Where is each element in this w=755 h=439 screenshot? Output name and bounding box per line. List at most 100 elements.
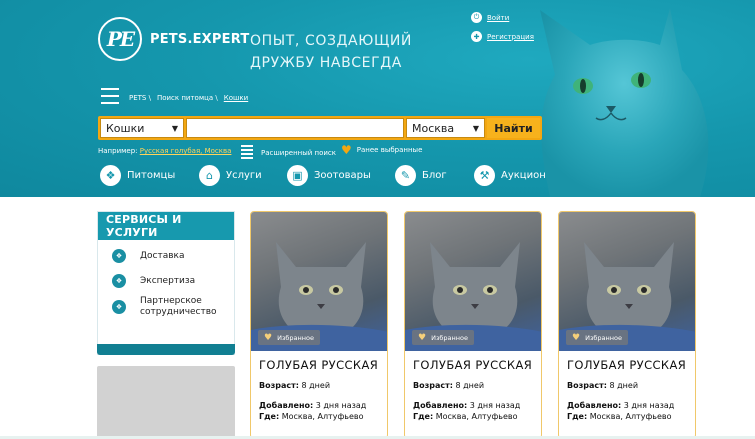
pet-age: Возраст: 8 дней <box>259 381 330 390</box>
nav-blog-label: Блог <box>422 170 447 181</box>
find-button[interactable]: Найти <box>487 118 540 138</box>
pet-photo[interactable]: ♥ Избранное <box>251 212 387 351</box>
nav-pets-label: Питомцы <box>127 170 176 181</box>
city-select[interactable]: Москва ▼ <box>406 118 485 138</box>
heart-icon: ♥ <box>572 332 581 343</box>
paw-icon: ❖ <box>112 300 126 314</box>
pet-photo[interactable]: ♥ Избранное <box>405 212 541 351</box>
register-link[interactable]: ✚ Регистрация <box>471 31 534 42</box>
pet-location-label: Где: <box>259 412 280 421</box>
blog-icon: ✎ <box>395 165 416 186</box>
paw-icon: ❖ <box>100 165 121 186</box>
favorite-label: Избранное <box>585 333 622 342</box>
list-icon <box>241 145 253 161</box>
pet-location-value: Москва, Алтуфьево <box>281 412 364 421</box>
pet-added: Добавлено: 3 дня назад <box>567 401 674 410</box>
example-link[interactable]: Русская голубая, Москва <box>140 147 232 155</box>
example-label: Например: <box>98 147 138 155</box>
page: PE PETS.EXPERT ОПЫТ, СОЗДАЮЩИЙ ДРУЖБУ НА… <box>0 0 755 439</box>
login-label: Войти <box>487 13 510 22</box>
favorite-label: Избранное <box>431 333 468 342</box>
pet-title[interactable]: ГОЛУБАЯ РУССКАЯ <box>413 358 532 372</box>
search-input[interactable] <box>186 118 404 138</box>
site-logo[interactable]: PE <box>98 17 142 61</box>
power-icon: ⏻ <box>471 12 482 23</box>
pet-location-value: Москва, Алтуфьево <box>589 412 672 421</box>
sidebar-item-label-line-1: Партнерское <box>140 296 202 306</box>
nav-pet-supplies-label: Зоотовары <box>314 170 371 181</box>
heart-icon: ♥ <box>418 332 427 343</box>
breadcrumb: PETS \ Поиск питомца \ Кошки <box>129 94 248 102</box>
heart-icon: ♥ <box>264 332 273 343</box>
pet-card[interactable]: ♥ Избранное ГОЛУБАЯ РУССКАЯ Возраст: 8 д… <box>558 211 696 439</box>
advanced-search-label: Расширенный поиск <box>261 149 337 157</box>
favorites-link[interactable]: ♥ Ранее выбранные <box>341 144 422 156</box>
sidebar-item-label: Доставка <box>140 250 185 261</box>
ad-placeholder <box>97 366 235 439</box>
nav-pets[interactable]: ❖ Питомцы <box>100 165 175 186</box>
nav-pet-supplies[interactable]: ▣ Зоотовары <box>287 165 371 186</box>
pet-added-value: 3 дня назад <box>469 401 521 410</box>
pet-location-label: Где: <box>567 412 588 421</box>
nav-auction[interactable]: ⚒ Аукцион <box>474 165 546 186</box>
pet-added: Добавлено: 3 дня назад <box>259 401 366 410</box>
logo-text: PE <box>106 27 135 51</box>
services-sidebar: СЕРВИСЫ И УСЛУГИ ❖ Доставка ❖ Экспертиза… <box>97 211 235 355</box>
sidebar-item-label: Партнерское сотрудничество <box>140 296 217 318</box>
favorite-label: Избранное <box>277 333 314 342</box>
search-bar: Кошки ▼ Москва ▼ Найти <box>98 116 542 140</box>
paw-icon: ❖ <box>112 274 126 288</box>
category-value: Кошки <box>106 122 145 135</box>
sidebar-item-delivery[interactable]: ❖ Доставка <box>112 249 185 263</box>
pet-photo[interactable]: ♥ Избранное <box>559 212 695 351</box>
advanced-search-link[interactable]: Расширенный поиск <box>241 145 336 161</box>
favorite-button[interactable]: ♥ Избранное <box>412 330 474 345</box>
pet-location-value: Москва, Алтуфьево <box>435 412 518 421</box>
slogan-line-1: ОПЫТ, СОЗДАЮЩИЙ <box>250 33 413 49</box>
header: PE PETS.EXPERT ОПЫТ, СОЗДАЮЩИЙ ДРУЖБУ НА… <box>0 0 755 197</box>
menu-icon[interactable] <box>101 88 119 106</box>
pet-location: Где: Москва, Алтуфьево <box>259 412 364 421</box>
pet-location-label: Где: <box>413 412 434 421</box>
pet-card[interactable]: ♥ Избранное ГОЛУБАЯ РУССКАЯ Возраст: 8 д… <box>404 211 542 439</box>
search-example: Например: Русская голубая, Москва <box>98 147 231 155</box>
breadcrumb-pets[interactable]: PETS \ <box>129 94 151 102</box>
favorite-button[interactable]: ♥ Избранное <box>566 330 628 345</box>
pet-card[interactable]: ♥ Избранное ГОЛУБАЯ РУССКАЯ Возраст: 8 д… <box>250 211 388 439</box>
pet-age: Возраст: 8 дней <box>567 381 638 390</box>
sidebar-title: СЕРВИСЫ И УСЛУГИ <box>98 212 234 240</box>
site-name[interactable]: PETS.EXPERT <box>150 32 249 47</box>
bag-icon: ▣ <box>287 165 308 186</box>
city-value: Москва <box>412 122 455 135</box>
pet-age-label: Возраст: <box>413 381 453 390</box>
slogan-line-2: ДРУЖБУ НАВСЕГДА <box>250 55 402 71</box>
favorites-label: Ранее выбранные <box>356 146 423 154</box>
pet-title[interactable]: ГОЛУБАЯ РУССКАЯ <box>259 358 378 372</box>
slogan: ОПЫТ, СОЗДАЮЩИЙ ДРУЖБУ НАВСЕГДА <box>250 30 412 74</box>
pet-title[interactable]: ГОЛУБАЯ РУССКАЯ <box>567 358 686 372</box>
pet-added-label: Добавлено: <box>567 401 622 410</box>
cat-illustration <box>540 8 709 197</box>
chevron-down-icon: ▼ <box>171 124 178 133</box>
pet-location: Где: Москва, Алтуфьево <box>567 412 672 421</box>
sidebar-item-expertise[interactable]: ❖ Экспертиза <box>112 274 195 288</box>
sidebar-item-partnership[interactable]: ❖ Партнерское сотрудничество <box>112 296 217 318</box>
favorite-button[interactable]: ♥ Избранное <box>258 330 320 345</box>
pet-location: Где: Москва, Алтуфьево <box>413 412 518 421</box>
nav-auction-label: Аукцион <box>501 170 546 181</box>
user-plus-icon: ✚ <box>471 31 482 42</box>
login-link[interactable]: ⏻ Войти <box>471 12 509 23</box>
nav-services-label: Услуги <box>226 170 262 181</box>
pet-added: Добавлено: 3 дня назад <box>413 401 520 410</box>
nav-blog[interactable]: ✎ Блог <box>395 165 447 186</box>
pet-age-value: 8 дней <box>455 381 485 390</box>
pet-added-label: Добавлено: <box>413 401 468 410</box>
chevron-down-icon: ▼ <box>472 124 479 133</box>
pet-added-label: Добавлено: <box>259 401 314 410</box>
sidebar-item-label-line-2: сотрудничество <box>140 307 217 317</box>
pet-age-value: 8 дней <box>609 381 639 390</box>
breadcrumb-search[interactable]: Поиск питомца \ <box>157 94 218 102</box>
category-select[interactable]: Кошки ▼ <box>100 118 184 138</box>
nav-services[interactable]: ⌂ Услуги <box>199 165 262 186</box>
breadcrumb-cats[interactable]: Кошки <box>224 94 248 102</box>
